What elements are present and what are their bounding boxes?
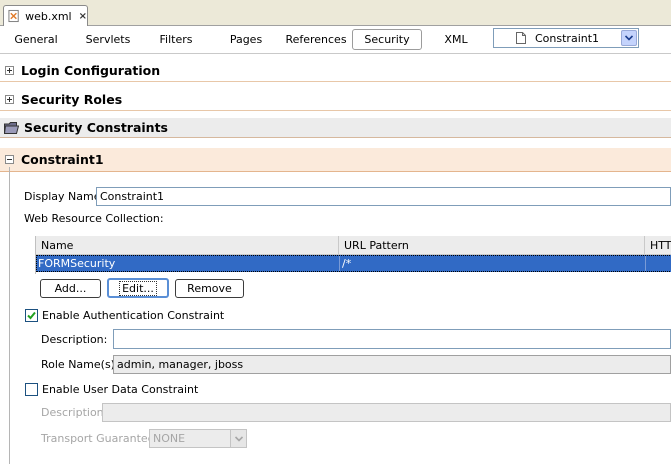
transport-guarantee-value: NONE [153, 432, 186, 445]
section-title: Security Constraints [24, 120, 168, 135]
section-title: Login Configuration [21, 63, 161, 78]
tab-filters[interactable]: Filters [154, 26, 198, 54]
tab-references[interactable]: References [284, 26, 348, 54]
collapse-icon[interactable] [5, 155, 14, 164]
user-data-description-label: Description: [41, 406, 108, 419]
chevron-down-icon[interactable] [230, 430, 246, 447]
auth-description-label: Description: [41, 333, 108, 346]
constraint-selector[interactable]: Constraint1 [493, 28, 639, 48]
add-button-label: Add... [54, 282, 87, 295]
cell-url-pattern: /* [340, 256, 646, 271]
section-constraint1[interactable]: Constraint1 [0, 148, 671, 172]
column-header-name[interactable]: Name [36, 236, 339, 255]
role-names-field[interactable]: admin, manager, jboss [113, 355, 671, 374]
user-data-description-input[interactable] [102, 403, 671, 422]
chevron-down-icon[interactable] [621, 30, 637, 46]
auth-description-input[interactable] [113, 329, 671, 349]
file-tab-web-xml[interactable]: web.xml × [3, 5, 88, 26]
folder-open-icon[interactable] [4, 121, 19, 134]
transport-guarantee-select[interactable]: NONE [149, 429, 247, 448]
column-header-http[interactable]: HTTP [645, 236, 671, 255]
enable-auth-constraint-checkbox[interactable] [25, 309, 38, 322]
section-security-roles[interactable]: Security Roles [0, 89, 671, 111]
editor-tab-strip: web.xml × [0, 0, 671, 26]
expand-icon[interactable] [5, 66, 14, 75]
edit-button[interactable]: Edit... [107, 278, 169, 298]
expand-icon[interactable] [5, 95, 14, 104]
remove-button[interactable]: Remove [175, 279, 244, 298]
section-title: Security Roles [21, 92, 123, 107]
remove-button-label: Remove [187, 282, 232, 295]
section-login-configuration[interactable]: Login Configuration [0, 60, 671, 82]
enable-user-data-constraint-label[interactable]: Enable User Data Constraint [42, 383, 198, 396]
checkmark-icon [27, 311, 36, 320]
display-name-label: Display Name: [24, 190, 105, 203]
cell-name: FORMSecurity [37, 256, 340, 271]
role-names-label: Role Name(s): [41, 358, 119, 371]
file-tab-label: web.xml [25, 9, 72, 23]
cell-http [646, 256, 671, 271]
close-icon[interactable]: × [79, 11, 87, 22]
web-resource-collection-label: Web Resource Collection: [24, 212, 164, 225]
document-icon [516, 32, 526, 44]
xml-file-icon [8, 9, 19, 23]
tab-xml[interactable]: XML [440, 26, 472, 54]
enable-user-data-constraint-checkbox[interactable] [25, 383, 38, 396]
tab-pages[interactable]: Pages [226, 26, 266, 54]
add-button[interactable]: Add... [40, 279, 101, 298]
tree-guide-line [9, 167, 10, 464]
web-resource-table: Name URL Pattern HTTP FORMSecurity /* [35, 236, 671, 274]
enable-auth-constraint-label[interactable]: Enable Authentication Constraint [42, 309, 224, 322]
table-row[interactable]: FORMSecurity /* [36, 255, 671, 272]
transport-guarantee-label: Transport Guarantee: [41, 432, 159, 445]
edit-button-label: Edit... [119, 280, 157, 296]
column-header-url-pattern[interactable]: URL Pattern [339, 236, 645, 255]
tab-general[interactable]: General [10, 26, 62, 54]
section-security-constraints[interactable]: Security Constraints [0, 118, 671, 138]
display-name-input[interactable] [96, 187, 671, 206]
tab-servlets[interactable]: Servlets [80, 26, 136, 54]
combo-value: Constraint1 [535, 31, 600, 45]
section-title: Constraint1 [21, 152, 104, 167]
table-header: Name URL Pattern HTTP [36, 236, 671, 255]
tab-security[interactable]: Security [352, 29, 422, 50]
